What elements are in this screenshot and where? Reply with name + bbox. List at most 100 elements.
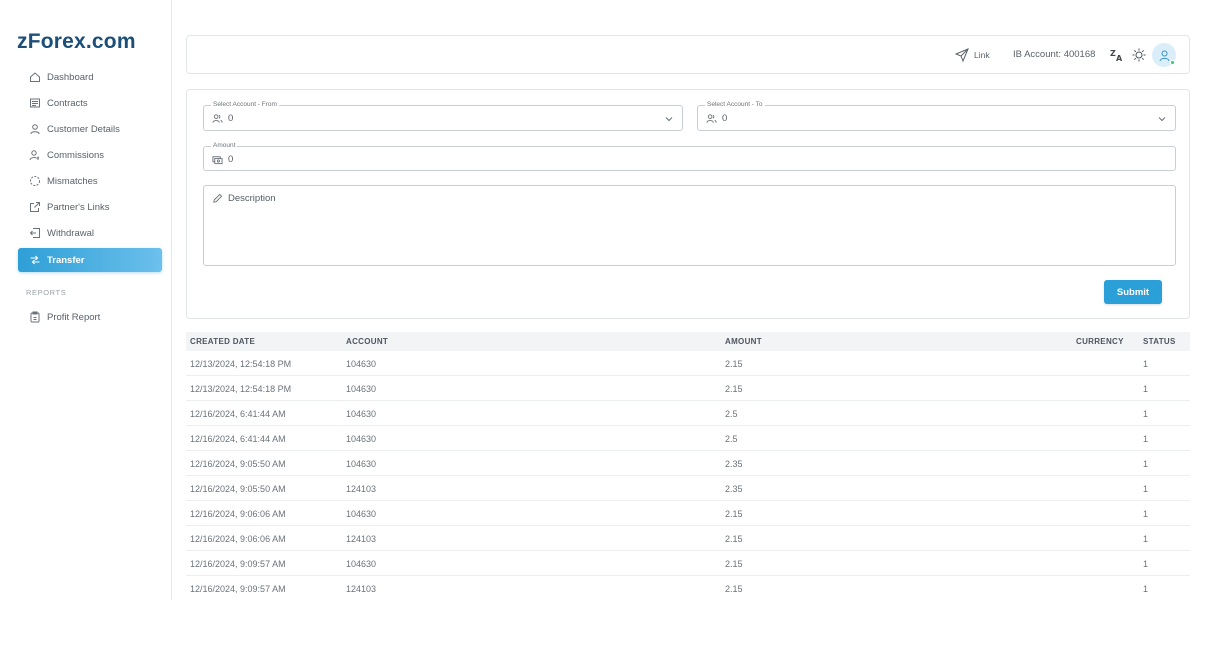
- sidebar-item-profit-report[interactable]: Profit Report: [18, 305, 162, 329]
- cell-date: 12/16/2024, 9:06:06 AM: [190, 534, 286, 544]
- sidebar-item-label: Transfer: [47, 254, 85, 266]
- select-value: 0: [722, 113, 728, 124]
- column-created-date[interactable]: CREATED DATE: [190, 337, 255, 346]
- description-field[interactable]: Description: [203, 185, 1176, 266]
- table-row[interactable]: 12/13/2024, 12:54:18 PM 104630 2.15 1: [186, 376, 1190, 401]
- table-row[interactable]: 12/16/2024, 9:06:06 AM 104630 2.15 1: [186, 501, 1190, 526]
- chevron-down-icon[interactable]: [1157, 114, 1167, 124]
- submit-button[interactable]: Submit: [1104, 280, 1162, 304]
- translate-icon[interactable]: ZA: [1109, 47, 1125, 63]
- cell-account: 124103: [346, 584, 377, 594]
- external-link-icon: [29, 201, 41, 213]
- cell-status: 1: [1143, 409, 1149, 419]
- table-header: CREATED DATE ACCOUNT AMOUNT CURRENCY STA…: [186, 332, 1190, 351]
- logo[interactable]: zForex.com: [17, 30, 136, 54]
- sidebar-item-mismatches[interactable]: Mismatches: [18, 169, 162, 193]
- column-amount[interactable]: AMOUNT: [725, 337, 762, 346]
- ib-account: IB Account: 400168: [1013, 49, 1096, 60]
- sidebar-item-contracts[interactable]: Contracts: [18, 91, 162, 115]
- table-row[interactable]: 12/16/2024, 9:09:57 AM 104630 2.15 1: [186, 551, 1190, 576]
- svg-text:A: A: [1116, 54, 1123, 63]
- sidebar-item-withdrawal[interactable]: Withdrawal: [18, 221, 162, 245]
- table-row[interactable]: 12/13/2024, 12:54:18 PM 104630 2.15 1: [186, 351, 1190, 376]
- withdrawal-icon: [29, 227, 41, 239]
- table-row[interactable]: 12/16/2024, 9:06:06 AM 124103 2.15 1: [186, 526, 1190, 551]
- cell-amount: 2.35: [725, 459, 743, 469]
- users-icon: [706, 114, 717, 123]
- table-row[interactable]: 12/16/2024, 9:05:50 AM 104630 2.35 1: [186, 451, 1190, 476]
- home-icon: [29, 71, 41, 83]
- cell-account: 104630: [346, 434, 377, 444]
- reports-section-label: REPORTS: [26, 288, 67, 297]
- cell-amount: 2.15: [725, 509, 743, 519]
- cell-account: 104630: [346, 359, 377, 369]
- table-row[interactable]: 12/16/2024, 9:09:57 AM 124103 2.15 1: [186, 576, 1190, 601]
- avatar-icon: [1159, 50, 1169, 61]
- cell-account: 124103: [346, 484, 377, 494]
- transfer-icon: [29, 254, 41, 266]
- table-row[interactable]: 12/16/2024, 6:41:44 AM 104630 2.5 1: [186, 426, 1190, 451]
- cell-amount: 2.5: [725, 409, 738, 419]
- cell-account: 104630: [346, 459, 377, 469]
- cell-amount: 2.15: [725, 559, 743, 569]
- online-status-dot: [1170, 60, 1175, 65]
- cell-status: 1: [1143, 384, 1149, 394]
- cell-status: 1: [1143, 559, 1149, 569]
- cell-date: 12/16/2024, 9:05:50 AM: [190, 484, 286, 494]
- table-row[interactable]: 12/16/2024, 6:41:44 AM 104630 2.5 1: [186, 401, 1190, 426]
- sidebar-item-commissions[interactable]: Commissions: [18, 143, 162, 167]
- column-currency[interactable]: CURRENCY: [1076, 337, 1124, 346]
- sun-icon[interactable]: [1131, 47, 1147, 63]
- money-icon: [212, 156, 223, 165]
- sidebar-item-label: Contracts: [47, 97, 88, 109]
- cell-status: 1: [1143, 359, 1149, 369]
- cell-amount: 2.15: [725, 534, 743, 544]
- sidebar-item-partners-links[interactable]: Partner's Links: [18, 195, 162, 219]
- cell-date: 12/16/2024, 9:09:57 AM: [190, 559, 286, 569]
- loading-circle-icon: [29, 175, 41, 187]
- cell-account: 104630: [346, 409, 377, 419]
- cell-amount: 2.15: [725, 384, 743, 394]
- amount-field[interactable]: Amount 0: [203, 142, 1176, 171]
- cell-status: 1: [1143, 584, 1149, 594]
- cell-date: 12/16/2024, 9:09:57 AM: [190, 584, 286, 594]
- cell-date: 12/16/2024, 6:41:44 AM: [190, 434, 286, 444]
- link-button[interactable]: Link: [955, 48, 990, 62]
- chevron-down-icon[interactable]: [664, 114, 674, 124]
- top-header: Link IB Account: 400168 ZA: [186, 35, 1190, 74]
- column-account[interactable]: ACCOUNT: [346, 337, 388, 346]
- table-row[interactable]: 12/16/2024, 9:05:50 AM 124103 2.35 1: [186, 476, 1190, 501]
- link-label: Link: [974, 50, 990, 60]
- clipboard-icon: [29, 311, 41, 323]
- transfers-table: CREATED DATE ACCOUNT AMOUNT CURRENCY STA…: [186, 332, 1190, 601]
- cell-amount: 2.5: [725, 434, 738, 444]
- cell-date: 12/13/2024, 12:54:18 PM: [190, 384, 292, 394]
- cell-amount: 2.15: [725, 359, 743, 369]
- column-status[interactable]: STATUS: [1143, 337, 1176, 346]
- cell-account: 104630: [346, 559, 377, 569]
- pencil-icon: [213, 193, 223, 203]
- cell-status: 1: [1143, 509, 1149, 519]
- select-account-from[interactable]: Select Account - From 0: [203, 101, 683, 131]
- sidebar: zForex.com Dashboard Contracts Customer …: [0, 0, 172, 600]
- cell-status: 1: [1143, 534, 1149, 544]
- sidebar-item-transfer[interactable]: Transfer: [18, 248, 162, 272]
- field-label: Amount: [211, 142, 238, 149]
- cell-date: 12/16/2024, 9:05:50 AM: [190, 459, 286, 469]
- sidebar-item-label: Withdrawal: [47, 227, 94, 239]
- user-icon: [29, 123, 41, 135]
- sidebar-item-label: Customer Details: [47, 123, 120, 135]
- cell-date: 12/16/2024, 6:41:44 AM: [190, 409, 286, 419]
- sidebar-item-customer-details[interactable]: Customer Details: [18, 117, 162, 141]
- cell-date: 12/13/2024, 12:54:18 PM: [190, 359, 292, 369]
- sidebar-item-label: Mismatches: [47, 175, 98, 187]
- sidebar-item-dashboard[interactable]: Dashboard: [18, 65, 162, 89]
- cell-status: 1: [1143, 484, 1149, 494]
- sidebar-item-label: Profit Report: [47, 311, 101, 323]
- avatar[interactable]: [1152, 43, 1176, 67]
- cell-account: 104630: [346, 384, 377, 394]
- field-label: Select Account - To: [705, 101, 765, 108]
- users-icon: [212, 114, 223, 123]
- select-account-to[interactable]: Select Account - To 0: [697, 101, 1176, 131]
- cell-status: 1: [1143, 459, 1149, 469]
